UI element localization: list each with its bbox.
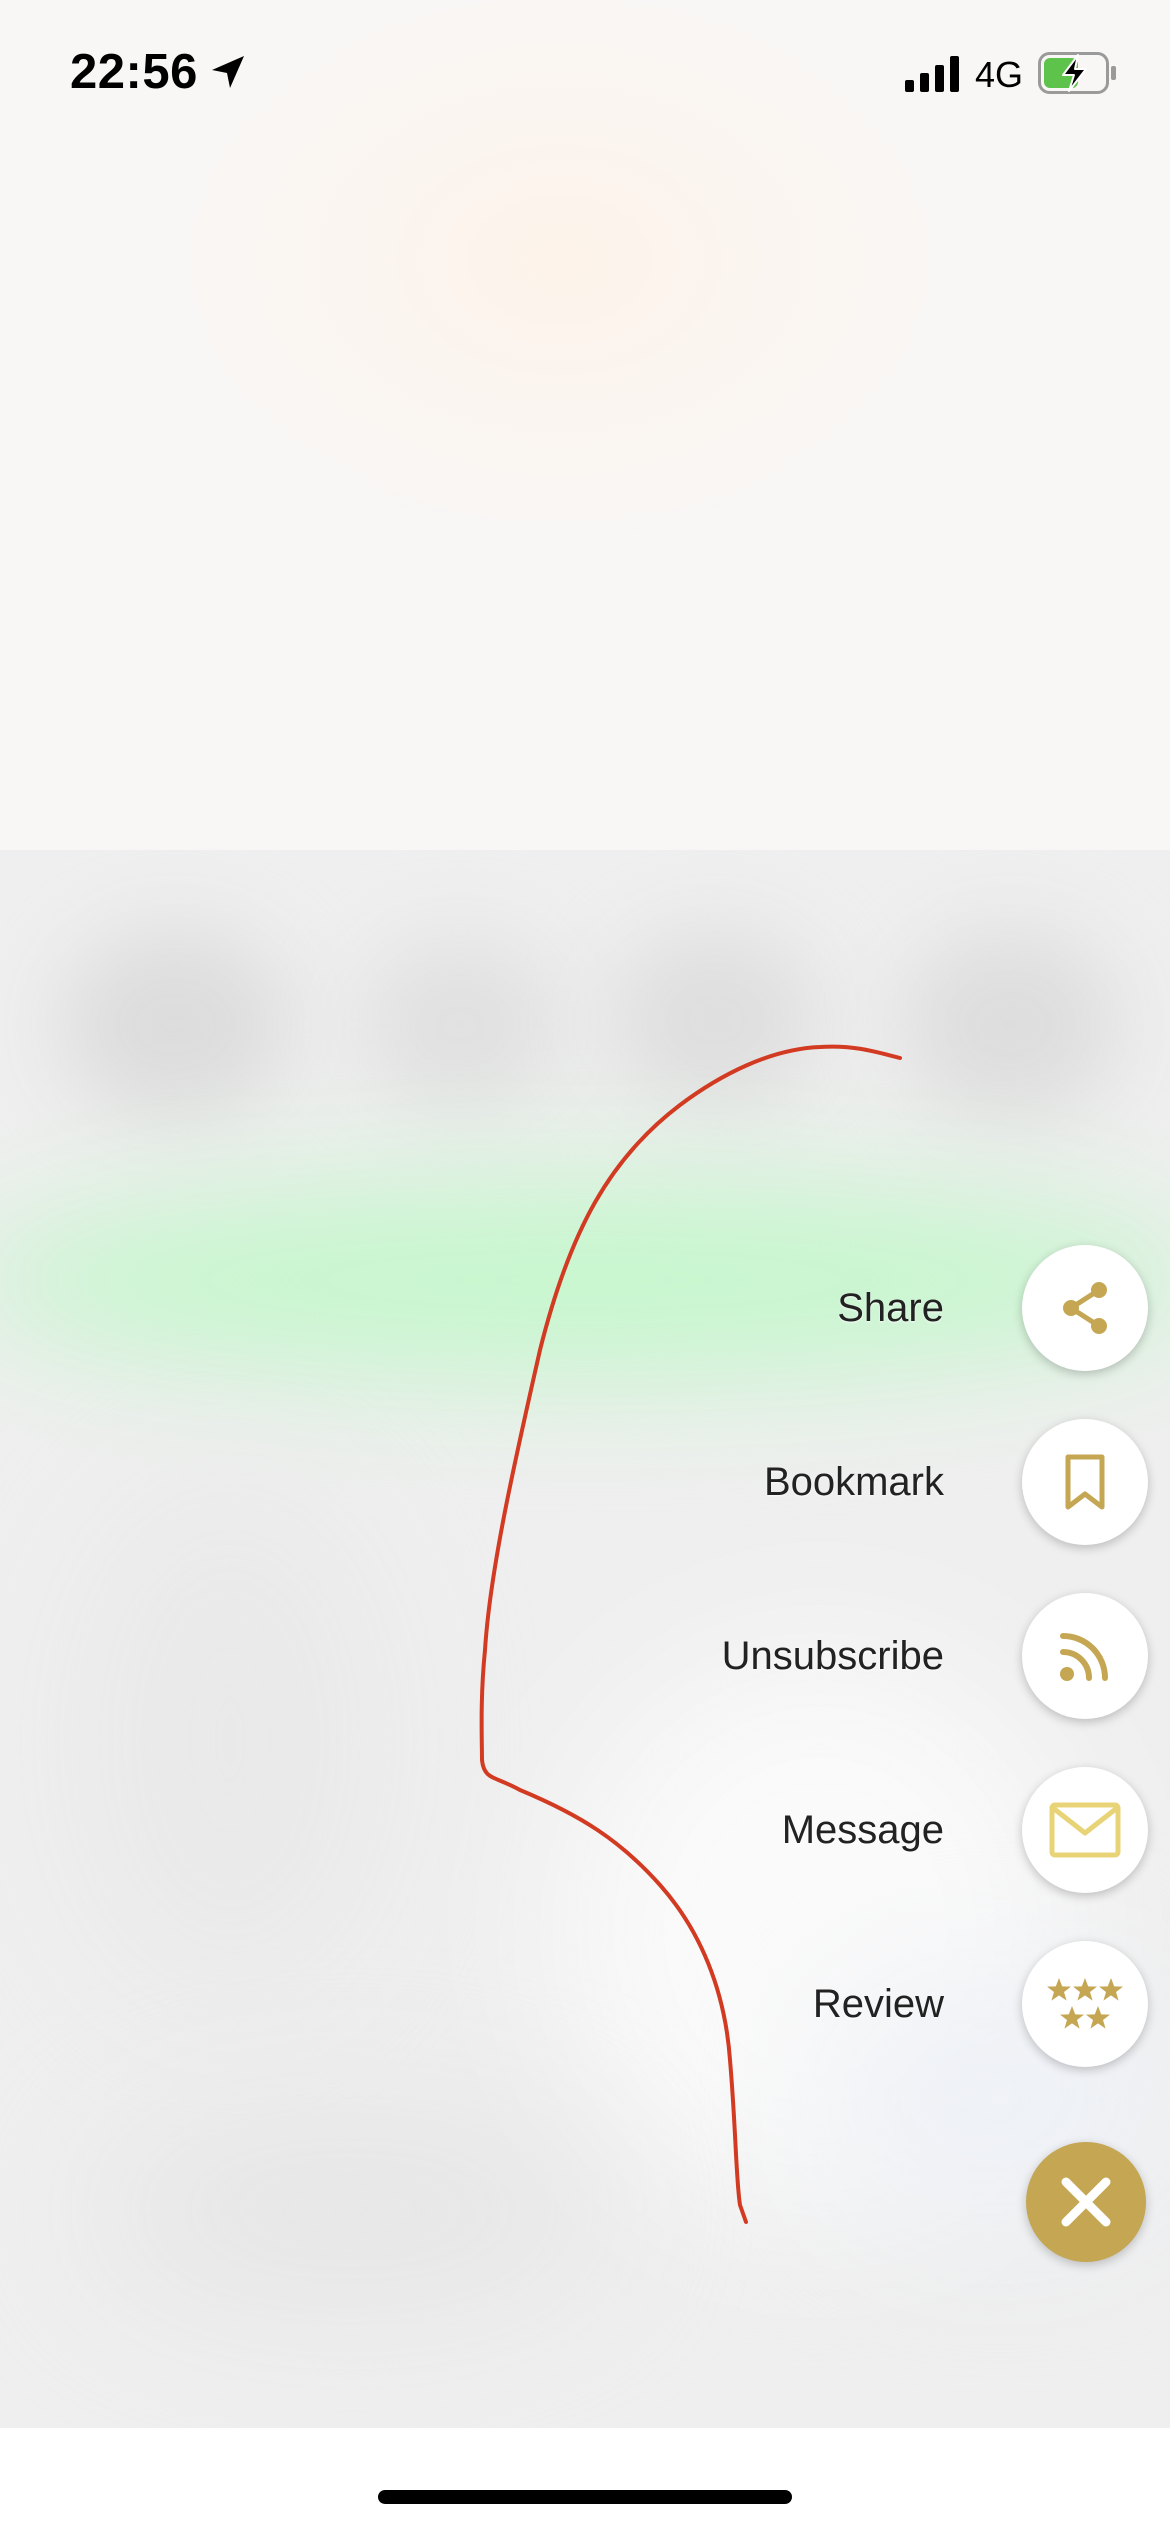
bookmark-icon xyxy=(1065,1454,1105,1510)
share-label: Share xyxy=(837,1285,944,1330)
review-button[interactable] xyxy=(1022,1941,1148,2067)
unsubscribe-button[interactable] xyxy=(1022,1593,1148,1719)
share-button[interactable] xyxy=(1022,1245,1148,1371)
bookmark-button[interactable] xyxy=(1022,1419,1148,1545)
location-arrow-icon xyxy=(212,56,244,88)
stars-icon xyxy=(1047,1978,1123,2029)
message-button[interactable] xyxy=(1022,1767,1148,1893)
rss-feed-icon xyxy=(1060,1633,1108,1681)
menu-item-review[interactable]: Review xyxy=(813,1941,1148,2067)
signal-bars-icon xyxy=(905,56,959,92)
network-type: 4G xyxy=(975,54,1024,95)
status-bar: 22:56 4G xyxy=(0,0,1170,150)
battery-charging-icon xyxy=(1038,52,1116,94)
unsubscribe-label: Unsubscribe xyxy=(721,1633,944,1678)
status-time: 22:56 xyxy=(70,45,198,99)
bookmark-label: Bookmark xyxy=(763,1459,944,1504)
close-menu-button[interactable] xyxy=(1026,2142,1146,2262)
message-label: Message xyxy=(781,1807,944,1852)
menu-item-message[interactable]: Message xyxy=(782,1767,1148,1893)
share-icon xyxy=(1063,1282,1107,1334)
close-icon xyxy=(1061,2177,1111,2227)
menu-item-bookmark[interactable]: Bookmark xyxy=(764,1419,1148,1545)
review-label: Review xyxy=(812,1981,944,2026)
envelope-icon xyxy=(1049,1802,1121,1858)
menu-item-unsubscribe[interactable]: Unsubscribe xyxy=(722,1593,1148,1719)
home-indicator[interactable] xyxy=(378,2490,792,2504)
menu-item-share[interactable]: Share xyxy=(837,1245,1148,1371)
